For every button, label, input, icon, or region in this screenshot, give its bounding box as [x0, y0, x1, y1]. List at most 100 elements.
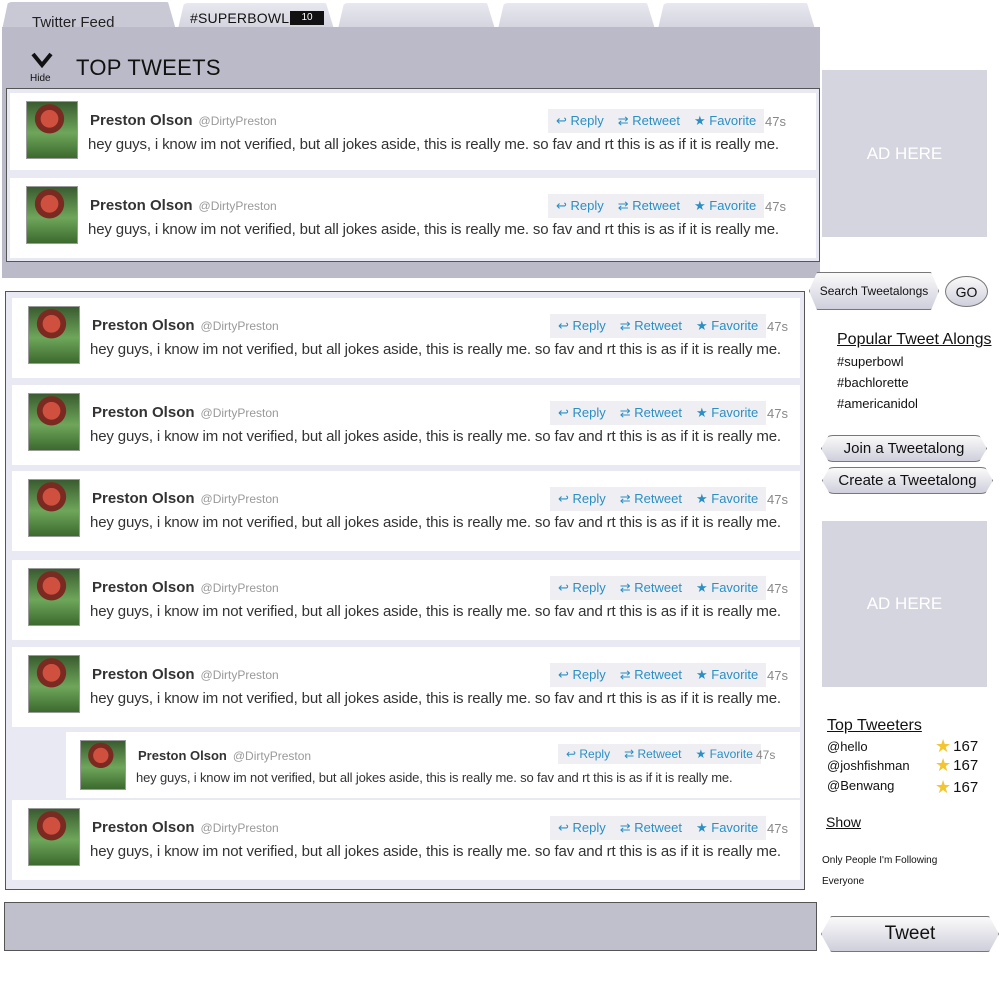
avatar[interactable]: [28, 479, 80, 537]
tweet-author[interactable]: Preston Olson @DirtyPreston: [92, 819, 279, 836]
reply-icon: ↩: [558, 491, 573, 506]
top-tweeter-handle[interactable]: @joshfishman: [827, 758, 910, 773]
favorite-label: Favorite: [709, 198, 757, 213]
favorite-label: Favorite: [709, 747, 753, 761]
retweet-button[interactable]: ⇄ Retweet: [624, 747, 681, 761]
star-icon: ★: [935, 736, 952, 756]
tweet-author[interactable]: Preston Olson @DirtyPreston: [92, 490, 279, 507]
show-option-following[interactable]: Only People I'm Following: [822, 855, 937, 866]
tweet-author[interactable]: Preston Olson @DirtyPreston: [92, 579, 279, 596]
popular-link-superbowl[interactable]: #superbowl: [837, 354, 904, 369]
retweet-button[interactable]: ⇄ Retweet: [620, 318, 682, 334]
reply-button[interactable]: ↩ Reply: [558, 405, 606, 421]
join-tweetalong-button[interactable]: Join a Tweetalong: [821, 435, 987, 462]
retweet-button[interactable]: ⇄ Retweet: [618, 198, 680, 214]
tweet-author[interactable]: Preston Olson @DirtyPreston: [90, 197, 277, 214]
star-icon: ★: [695, 491, 712, 506]
tweet-button[interactable]: Tweet: [821, 916, 999, 952]
star-icon: ★: [695, 318, 712, 333]
avatar[interactable]: [28, 393, 80, 451]
tab-empty-2[interactable]: [498, 3, 655, 29]
avatar[interactable]: [26, 101, 78, 159]
tweet-timestamp: 47s: [767, 406, 788, 421]
retweet-button[interactable]: ⇄ Retweet: [620, 820, 682, 836]
reply-button[interactable]: ↩ Reply: [558, 491, 606, 507]
popular-link-americanidol[interactable]: #americanidol: [837, 396, 918, 411]
tweet-timestamp: 47s: [767, 492, 788, 507]
search-tweetalongs-button[interactable]: Search Tweetalongs: [809, 272, 939, 310]
tweet-compose-bar[interactable]: [4, 902, 817, 951]
retweet-button[interactable]: ⇄ Retweet: [618, 113, 680, 129]
favorite-button[interactable]: ★ Favorite: [696, 747, 753, 761]
go-button[interactable]: GO: [945, 276, 988, 307]
tweet-author[interactable]: Preston Olson @DirtyPreston: [90, 112, 277, 129]
tab-empty-3[interactable]: [658, 3, 815, 29]
favorite-label: Favorite: [711, 491, 759, 506]
popular-tweet-alongs-title: Popular Tweet Alongs: [837, 331, 992, 348]
ad-banner-top: AD HERE: [822, 70, 987, 237]
author-handle: @DirtyPreston: [232, 749, 312, 763]
tweet-author[interactable]: Preston Olson @DirtyPreston: [92, 404, 279, 421]
favorite-button[interactable]: ★ Favorite: [694, 198, 756, 214]
retweet-button[interactable]: ⇄ Retweet: [620, 491, 682, 507]
show-filter-title: Show: [826, 814, 862, 830]
tweet-timestamp: 47s: [756, 748, 776, 762]
avatar[interactable]: [28, 568, 80, 626]
favorite-button[interactable]: ★ Favorite: [696, 820, 758, 836]
show-option-everyone[interactable]: Everyone: [822, 876, 864, 887]
avatar[interactable]: [28, 306, 80, 364]
avatar[interactable]: [28, 655, 80, 713]
reply-label: Reply: [572, 491, 606, 506]
retweet-icon: ⇄: [619, 491, 635, 506]
reply-icon: ↩: [558, 405, 573, 420]
tweet-text: hey guys, i know im not verified, but al…: [90, 341, 781, 358]
favorite-button[interactable]: ★ Favorite: [696, 405, 758, 421]
author-name: Preston Olson: [90, 112, 193, 129]
tab-twitter-feed[interactable]: Twitter Feed: [2, 2, 176, 30]
favorite-button[interactable]: ★ Favorite: [696, 667, 758, 683]
tab-superbowl[interactable]: #SUPERBOWL 10: [178, 3, 334, 29]
reply-button[interactable]: ↩ Reply: [558, 820, 606, 836]
favorite-button[interactable]: ★ Favorite: [696, 491, 758, 507]
favorite-button[interactable]: ★ Favorite: [696, 580, 758, 596]
reply-button[interactable]: ↩ Reply: [556, 113, 604, 129]
tweet-card: Preston Olson @DirtyPreston ↩ Reply ⇄ Retwe…: [12, 800, 800, 880]
create-tweetalong-button[interactable]: Create a Tweetalong: [822, 467, 993, 494]
retweet-button[interactable]: ⇄ Retweet: [620, 667, 682, 683]
author-name: Preston Olson: [92, 666, 195, 683]
favorite-button[interactable]: ★ Favorite: [696, 318, 758, 334]
favorite-button[interactable]: ★ Favorite: [694, 113, 756, 129]
tweet-author[interactable]: Preston Olson @DirtyPreston: [138, 748, 311, 763]
top-tweeter-handle[interactable]: @hello: [827, 739, 868, 754]
reply-button[interactable]: ↩ Reply: [558, 318, 606, 334]
avatar[interactable]: [26, 186, 78, 244]
tab-empty-1[interactable]: [338, 3, 495, 29]
author-name: Preston Olson: [92, 819, 195, 836]
avatar[interactable]: [80, 740, 126, 790]
reply-button[interactable]: ↩ Reply: [566, 747, 610, 761]
reply-button[interactable]: ↩ Reply: [556, 198, 604, 214]
tweet-card: Preston Olson @DirtyPreston ↩ Reply ⇄ Retwe…: [12, 560, 800, 640]
retweet-icon: ⇄: [624, 747, 638, 761]
retweet-button[interactable]: ⇄ Retweet: [620, 405, 682, 421]
reply-button[interactable]: ↩ Reply: [558, 580, 606, 596]
tab-superbowl-count-badge: 10: [290, 11, 324, 25]
star-icon: ★: [935, 755, 952, 775]
reply-label: Reply: [570, 198, 604, 213]
favorite-label: Favorite: [711, 580, 759, 595]
popular-link-bachlorette[interactable]: #bachlorette: [837, 375, 909, 390]
top-tweeter-handle[interactable]: @Benwang: [827, 778, 894, 793]
favorite-label: Favorite: [711, 318, 759, 333]
reply-icon: ↩: [558, 580, 573, 595]
tweet-text: hey guys, i know im not verified, but al…: [90, 514, 781, 531]
tweet-author[interactable]: Preston Olson @DirtyPreston: [92, 666, 279, 683]
reply-label: Reply: [572, 405, 606, 420]
reply-button[interactable]: ↩ Reply: [558, 667, 606, 683]
tweet-author[interactable]: Preston Olson @DirtyPreston: [92, 317, 279, 334]
retweet-icon: ⇄: [619, 820, 635, 835]
top-tweets-title: TOP TWEETS: [76, 55, 221, 80]
star-icon: ★: [693, 198, 710, 213]
retweet-button[interactable]: ⇄ Retweet: [620, 580, 682, 596]
avatar[interactable]: [28, 808, 80, 866]
tweet-text: hey guys, i know im not verified, but al…: [90, 843, 781, 860]
